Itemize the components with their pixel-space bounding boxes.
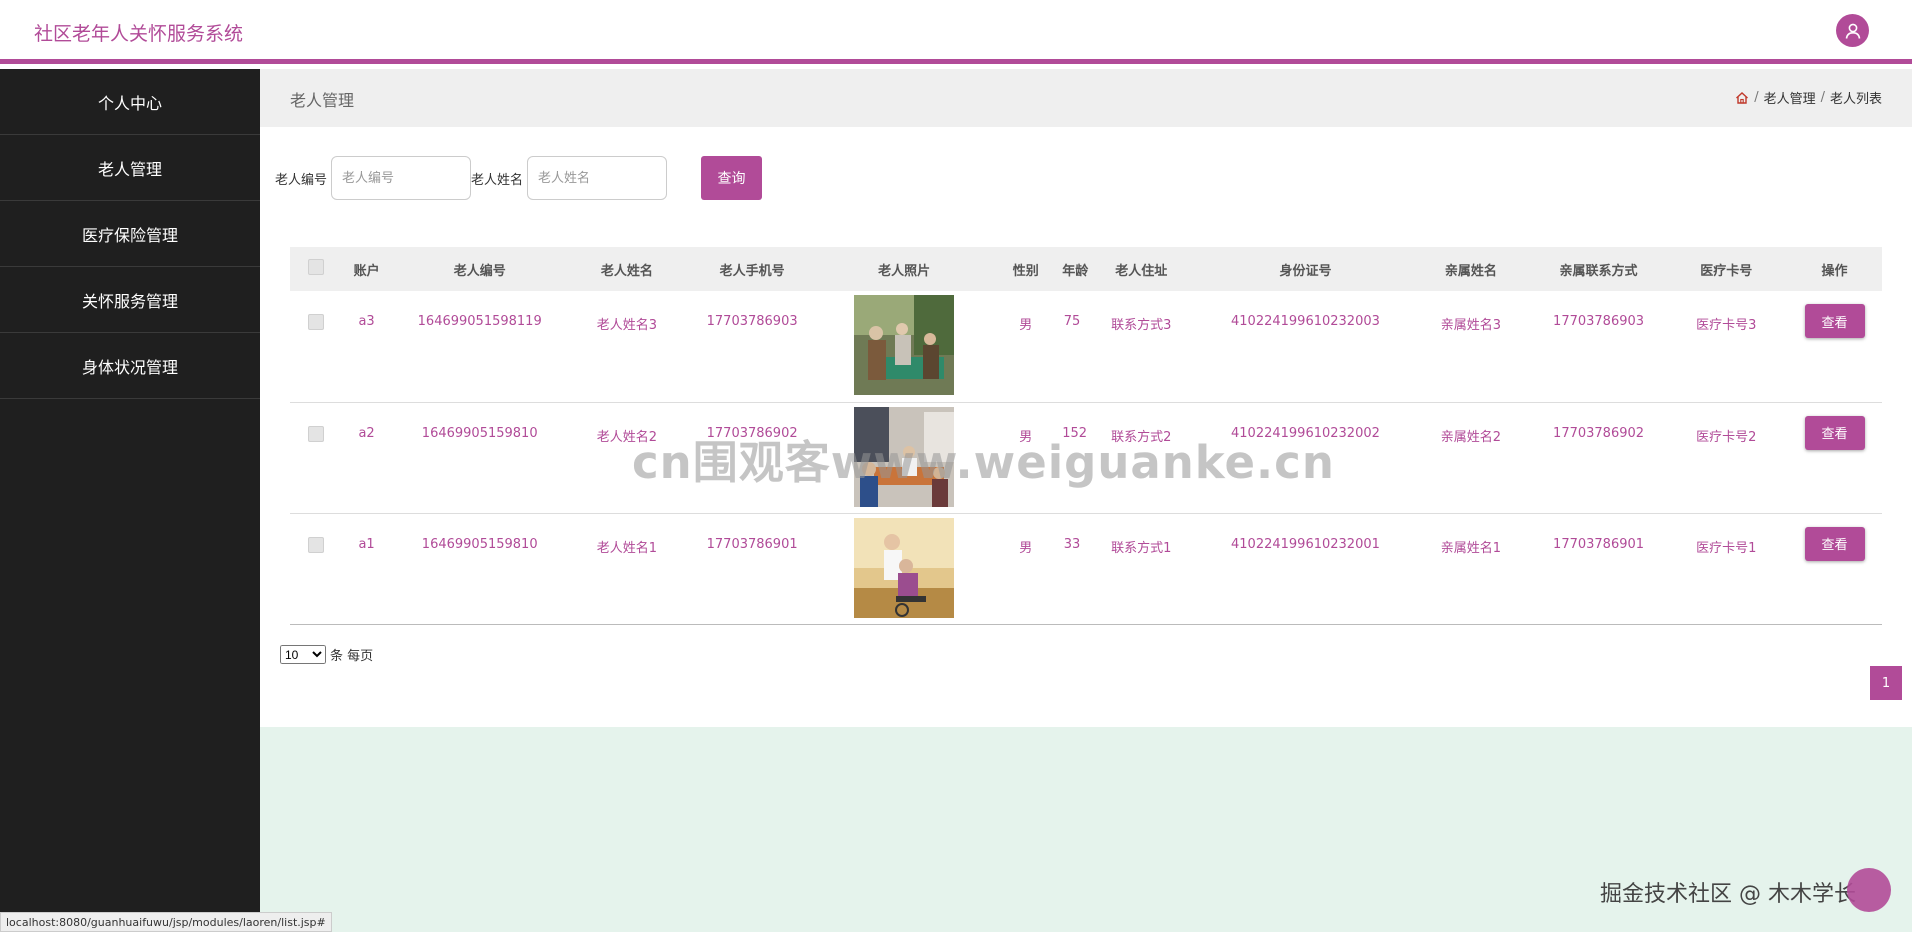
column-header-photo: 老人照片: [878, 263, 931, 279]
cell-relative-name: 亲属姓名2: [1440, 429, 1501, 445]
elderly-photo: [854, 517, 955, 618]
breadcrumb-elderly-management[interactable]: 老人管理: [1764, 88, 1816, 107]
sidebar-item-medical-insurance[interactable]: 医疗保险管理: [0, 201, 260, 267]
cell-photo: [819, 291, 989, 402]
breadcrumb-bar: 老人管理 / 老人管理 / 老人列表: [260, 69, 1912, 127]
cell-phone: 17703786901: [706, 536, 798, 552]
breadcrumb-separator: /: [1754, 90, 1759, 105]
column-header-gender: 性别: [1012, 263, 1039, 279]
column-header-address: 老人住址: [1115, 263, 1168, 279]
elderly-photo: [854, 295, 955, 395]
elderly-name-label: 老人姓名: [471, 172, 524, 188]
table-header-row: 账户 老人编号 老人姓名 老人手机号 老人照片 性别 年龄 老人住址 身份证号 …: [290, 247, 1882, 291]
cell-action: 查看: [1787, 291, 1882, 402]
sidebar: 个人中心 老人管理 医疗保险管理 关怀服务管理 身体状况管理: [0, 69, 260, 932]
elderly-number-label: 老人编号: [275, 172, 328, 188]
sidebar-item-care-service[interactable]: 关怀服务管理: [0, 267, 260, 333]
table-row: a1 16469905159810 老人姓名1 17703786901 男 33…: [290, 513, 1882, 624]
column-header-phone: 老人手机号: [719, 263, 785, 279]
page-size-control: 10 条 每页: [280, 645, 373, 664]
page-size-label: 条 每页: [330, 649, 374, 664]
column-header-age: 年龄: [1062, 263, 1089, 279]
user-avatar-button[interactable]: [1836, 14, 1869, 47]
sidebar-item-personal-center[interactable]: 个人中心: [0, 69, 260, 135]
column-header-number: 老人编号: [453, 263, 506, 279]
page-title: 老人管理: [290, 91, 355, 110]
cell-number: 16469905159810: [421, 425, 538, 441]
cell-medical-card: 医疗卡号3: [1696, 318, 1757, 333]
cell-number: 16469905159810: [421, 536, 538, 552]
breadcrumb: / 老人管理 / 老人列表: [1735, 88, 1882, 107]
cell-account: a2: [358, 425, 375, 441]
user-icon: [1845, 23, 1860, 39]
row-checkbox[interactable]: [308, 536, 325, 553]
cell-number: 164699051598119: [417, 314, 542, 329]
cell-relative-contact: 17703786901: [1553, 536, 1645, 552]
cell-relative-contact: 17703786902: [1553, 425, 1645, 441]
home-icon[interactable]: [1735, 91, 1749, 105]
app-title: 社区老年人关怀服务系统: [34, 23, 244, 45]
status-bar-url: localhost:8080/guanhuaifuwu/jsp/modules/…: [0, 912, 332, 932]
page-number-button[interactable]: 1: [1870, 666, 1902, 700]
breadcrumb-separator: /: [1820, 90, 1825, 105]
cell-relative-name: 亲属姓名1: [1440, 540, 1501, 556]
view-button[interactable]: 查看: [1804, 526, 1865, 561]
cell-account: a3: [358, 314, 375, 329]
column-header-id-card: 身份证号: [1279, 263, 1332, 279]
main-area: 老人管理 / 老人管理 / 老人列表 老人编号 老人姓名 查询: [260, 69, 1912, 932]
column-header-relative-name: 亲属姓名: [1444, 263, 1497, 279]
site-watermark: cn围观客www.weiguanke.cn: [632, 436, 1335, 489]
elderly-name-input[interactable]: [527, 156, 668, 200]
cell-address: 联系方式3: [1111, 318, 1172, 333]
row-checkbox[interactable]: [308, 425, 325, 442]
sidebar-item-elderly-management[interactable]: 老人管理: [0, 135, 260, 201]
cell-account: a1: [358, 536, 375, 552]
cell-medical-card: 医疗卡号1: [1696, 540, 1757, 556]
breadcrumb-elderly-list[interactable]: 老人列表: [1830, 88, 1882, 107]
table-row: a3 164699051598119 老人姓名3 17703786903 男 7…: [290, 291, 1882, 402]
cell-address: 联系方式1: [1111, 540, 1172, 556]
cell-action: 查看: [1787, 402, 1882, 513]
cell-medical-card: 医疗卡号2: [1696, 429, 1757, 445]
cell-action: 查看: [1787, 513, 1882, 624]
sidebar-item-health-status[interactable]: 身体状况管理: [0, 333, 260, 399]
footer-watermark: 掘金技术社区 @ 木木学长: [1600, 882, 1856, 907]
cell-relative-contact: 17703786903: [1553, 314, 1645, 329]
cell-age: 33: [1063, 536, 1081, 552]
floating-action-button[interactable]: [1847, 868, 1891, 912]
column-header-action: 操作: [1821, 263, 1848, 279]
column-header-name: 老人姓名: [600, 263, 653, 279]
cell-id-card: 410224199610232003: [1231, 314, 1380, 329]
cell-age: 75: [1063, 314, 1081, 329]
top-bar: 社区老年人关怀服务系统: [0, 0, 1912, 64]
cell-name: 老人姓名1: [596, 540, 657, 556]
view-button[interactable]: 查看: [1804, 304, 1865, 338]
page-size-select[interactable]: 10: [280, 645, 326, 664]
cell-gender: 男: [1019, 318, 1033, 333]
cell-gender: 男: [1019, 540, 1033, 556]
column-header-medical-card: 医疗卡号: [1700, 263, 1753, 279]
cell-id-card: 410224199610232001: [1231, 536, 1380, 552]
view-button[interactable]: 查看: [1804, 415, 1865, 450]
cell-photo: [819, 513, 989, 624]
cell-phone: 17703786903: [706, 314, 798, 329]
cell-relative-name: 亲属姓名3: [1440, 318, 1501, 333]
query-button[interactable]: 查询: [701, 156, 763, 200]
elderly-number-input[interactable]: [331, 156, 472, 200]
row-checkbox[interactable]: [308, 314, 325, 330]
content-panel: 老人管理 / 老人管理 / 老人列表 老人编号 老人姓名 查询: [260, 69, 1912, 727]
search-form: 老人编号 老人姓名 查询: [275, 156, 763, 200]
cell-name: 老人姓名3: [596, 318, 657, 333]
column-header-account: 账户: [353, 263, 380, 279]
select-all-checkbox[interactable]: [308, 259, 325, 275]
column-header-relative-contact: 亲属联系方式: [1559, 263, 1638, 279]
